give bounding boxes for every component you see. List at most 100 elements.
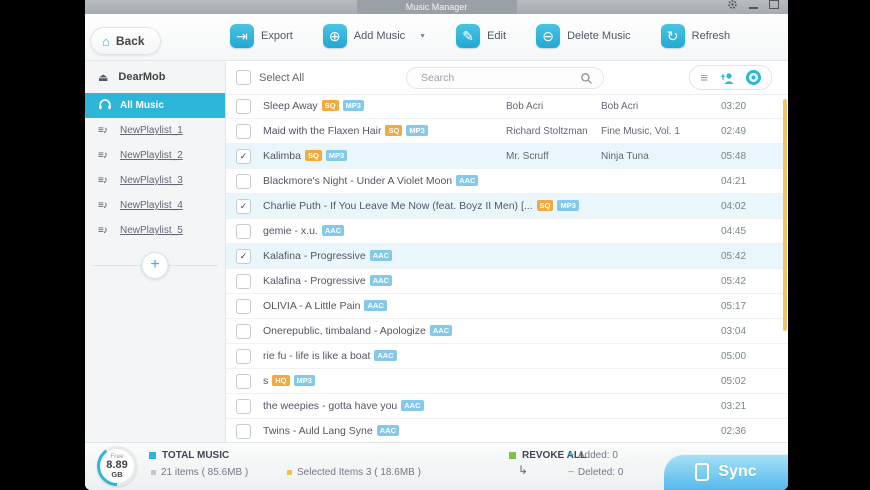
total-music-bullet <box>149 452 156 459</box>
list-view-icon[interactable]: ≡ <box>700 70 708 85</box>
row-checkbox[interactable] <box>236 223 251 239</box>
sidebar-item-newplaylist-4[interactable]: ≡♪ NewPlaylist_4 <box>85 193 225 218</box>
content: ⏏ DearMob ≡♪ All Music ≡♪ NewPlaylist_1 <box>85 61 788 442</box>
song-row[interactable]: Onerepublic, timbaland - Apologize AAC 03… <box>226 319 788 344</box>
playlist-icon: ≡♪ <box>98 150 108 161</box>
format-badge: AAC <box>374 350 397 361</box>
song-title: Twins - Auld Lang Syne AAC <box>263 425 399 437</box>
window-title: Music Manager <box>356 0 517 14</box>
gear-icon[interactable] <box>727 0 738 15</box>
sidebar-item-all-music[interactable]: ≡♪ All Music <box>85 93 225 118</box>
song-row[interactable]: Sleep Away SQ MP3 Bob Acri Bob Acri 03:20 <box>226 94 788 119</box>
back-button[interactable]: ⌂ Back <box>90 27 161 55</box>
song-duration: 02:36 <box>721 425 747 437</box>
song-title: Kalafina - Progressive AAC <box>263 275 392 287</box>
row-checkbox[interactable] <box>236 323 251 339</box>
added-count: + Added: 0 <box>568 450 618 461</box>
chevron-down-icon[interactable]: ▼ <box>419 33 426 40</box>
titlebar: Music Manager <box>85 0 788 14</box>
row-checkbox[interactable] <box>236 123 251 139</box>
sync-button[interactable]: Sync <box>664 454 788 490</box>
playlist-icon: ≡♪ <box>98 225 108 236</box>
eject-icon: ⏏ <box>98 71 109 84</box>
plus-icon: + <box>568 450 574 461</box>
device-row[interactable]: ⏏ DearMob <box>85 61 225 93</box>
app-window: Music Manager ⌂ Back ⇥ Export ⊕ Add Musi… <box>85 0 788 490</box>
row-checkbox[interactable]: ✓ <box>236 148 251 164</box>
search-input[interactable]: Search <box>406 67 604 89</box>
home-icon: ⌂ <box>102 33 110 49</box>
sidebar-item-newplaylist-1[interactable]: ≡♪ NewPlaylist_1 <box>85 118 225 143</box>
row-checkbox[interactable] <box>236 373 251 389</box>
song-row[interactable]: Blackmore's Night - Under A Violet Moon A… <box>226 169 788 194</box>
revoke-bullet <box>509 452 516 459</box>
toolbar-button-add-music[interactable]: ⊕ Add Music ▼ <box>322 24 426 48</box>
refresh-icon: ↻ <box>660 24 685 48</box>
album-view-icon[interactable] <box>746 70 761 85</box>
row-checkbox[interactable] <box>236 98 251 114</box>
row-checkbox[interactable] <box>236 298 251 314</box>
artist-view-icon[interactable] <box>720 72 734 84</box>
format-badge: SQ <box>385 125 403 136</box>
song-title: Onerepublic, timbaland - Apologize AAC <box>263 325 453 337</box>
song-row[interactable]: gemie - x.u. AAC 04:45 <box>226 219 788 244</box>
playlist-icon: ≡♪ <box>98 175 108 186</box>
song-row[interactable]: ✓ Charlie Puth - If You Leave Me Now (fe… <box>226 194 788 219</box>
sidebar-item-newplaylist-2[interactable]: ≡♪ NewPlaylist_2 <box>85 143 225 168</box>
sidebar: ⏏ DearMob ≡♪ All Music ≡♪ NewPlaylist_1 <box>85 61 226 442</box>
toolbar-button-refresh[interactable]: ↻ Refresh <box>660 24 730 48</box>
minus-icon: − <box>568 467 574 478</box>
phone-sync-icon <box>695 463 710 481</box>
format-badge: MP3 <box>557 200 579 211</box>
song-row[interactable]: Kalafina - Progressive AAC 05:42 <box>226 269 788 294</box>
format-badge: MP3 <box>406 125 428 136</box>
song-row[interactable]: s HQ MP3 05:02 <box>226 369 788 394</box>
select-all-checkbox[interactable] <box>236 70 251 85</box>
song-row[interactable]: the weepies - gotta have you AAC 03:21 <box>226 394 788 419</box>
song-row[interactable]: Twins - Auld Lang Syne AAC 02:36 <box>226 419 788 442</box>
toolbar-button-edit[interactable]: ✎ Edit <box>456 24 506 48</box>
sync-label: Sync <box>718 463 757 480</box>
format-badge: AAC <box>376 425 399 436</box>
row-checkbox[interactable]: ✓ <box>236 198 251 214</box>
row-checkbox[interactable] <box>236 423 251 439</box>
select-all-label: Select All <box>259 71 305 84</box>
row-checkbox[interactable] <box>236 348 251 364</box>
add-playlist-button[interactable]: + <box>141 252 169 279</box>
format-badge: AAC <box>369 250 392 261</box>
vertical-scrollbar[interactable] <box>783 99 787 331</box>
song-duration: 03:20 <box>721 100 747 112</box>
song-duration: 05:42 <box>721 275 747 287</box>
maximize-icon[interactable] <box>769 0 779 14</box>
sidebar-item-newplaylist-5[interactable]: ≡♪ NewPlaylist_5 <box>85 218 225 243</box>
format-badge: SQ <box>321 100 339 111</box>
song-title: Blackmore's Night - Under A Violet Moon A… <box>263 175 479 187</box>
free-unit: GB <box>111 470 123 479</box>
sidebar-item-newplaylist-3[interactable]: ≡♪ NewPlaylist_3 <box>85 168 225 193</box>
row-checkbox[interactable] <box>236 273 251 289</box>
song-row[interactable]: Maid with the Flaxen Hair SQ MP3 Richard S… <box>226 119 788 144</box>
total-music-label: TOTAL MUSIC <box>149 450 229 461</box>
song-duration: 03:04 <box>721 325 747 337</box>
song-row[interactable]: ✓ Kalimba SQ MP3 Mr. Scruff Ninja Tuna 05:… <box>226 144 788 169</box>
search-icon[interactable] <box>580 72 593 85</box>
toolbar-button-export[interactable]: ⇥ Export <box>230 24 293 48</box>
song-row[interactable]: ✓ Kalafina - Progressive AAC 05:42 <box>226 244 788 269</box>
device-name: DearMob <box>118 71 166 83</box>
song-title: Charlie Puth - If You Leave Me Now (feat… <box>263 200 579 212</box>
music-list-panel: Select All Search ≡ Sleep Away SQ MP3 Bo… <box>226 61 788 442</box>
format-badge: HQ <box>272 375 290 386</box>
selected-count: Selected Items 3 ( 18.6MB ) <box>287 467 421 478</box>
song-row[interactable]: OLIVIA - A Little Pain AAC 05:17 <box>226 294 788 319</box>
song-duration: 03:21 <box>721 400 747 412</box>
row-checkbox[interactable] <box>236 398 251 414</box>
row-checkbox[interactable] <box>236 173 251 189</box>
selected-bullet <box>287 470 292 475</box>
minimize-icon[interactable] <box>749 0 758 14</box>
revoke-arrow-icon: ↳ <box>518 463 529 477</box>
song-row[interactable]: rie fu - life is like a boat AAC 05:00 <box>226 344 788 369</box>
row-checkbox[interactable]: ✓ <box>236 248 251 264</box>
toolbar-button-delete-music[interactable]: ⊖ Delete Music <box>536 24 631 48</box>
song-title: Kalafina - Progressive AAC <box>263 250 392 262</box>
select-all[interactable]: Select All <box>236 70 304 85</box>
